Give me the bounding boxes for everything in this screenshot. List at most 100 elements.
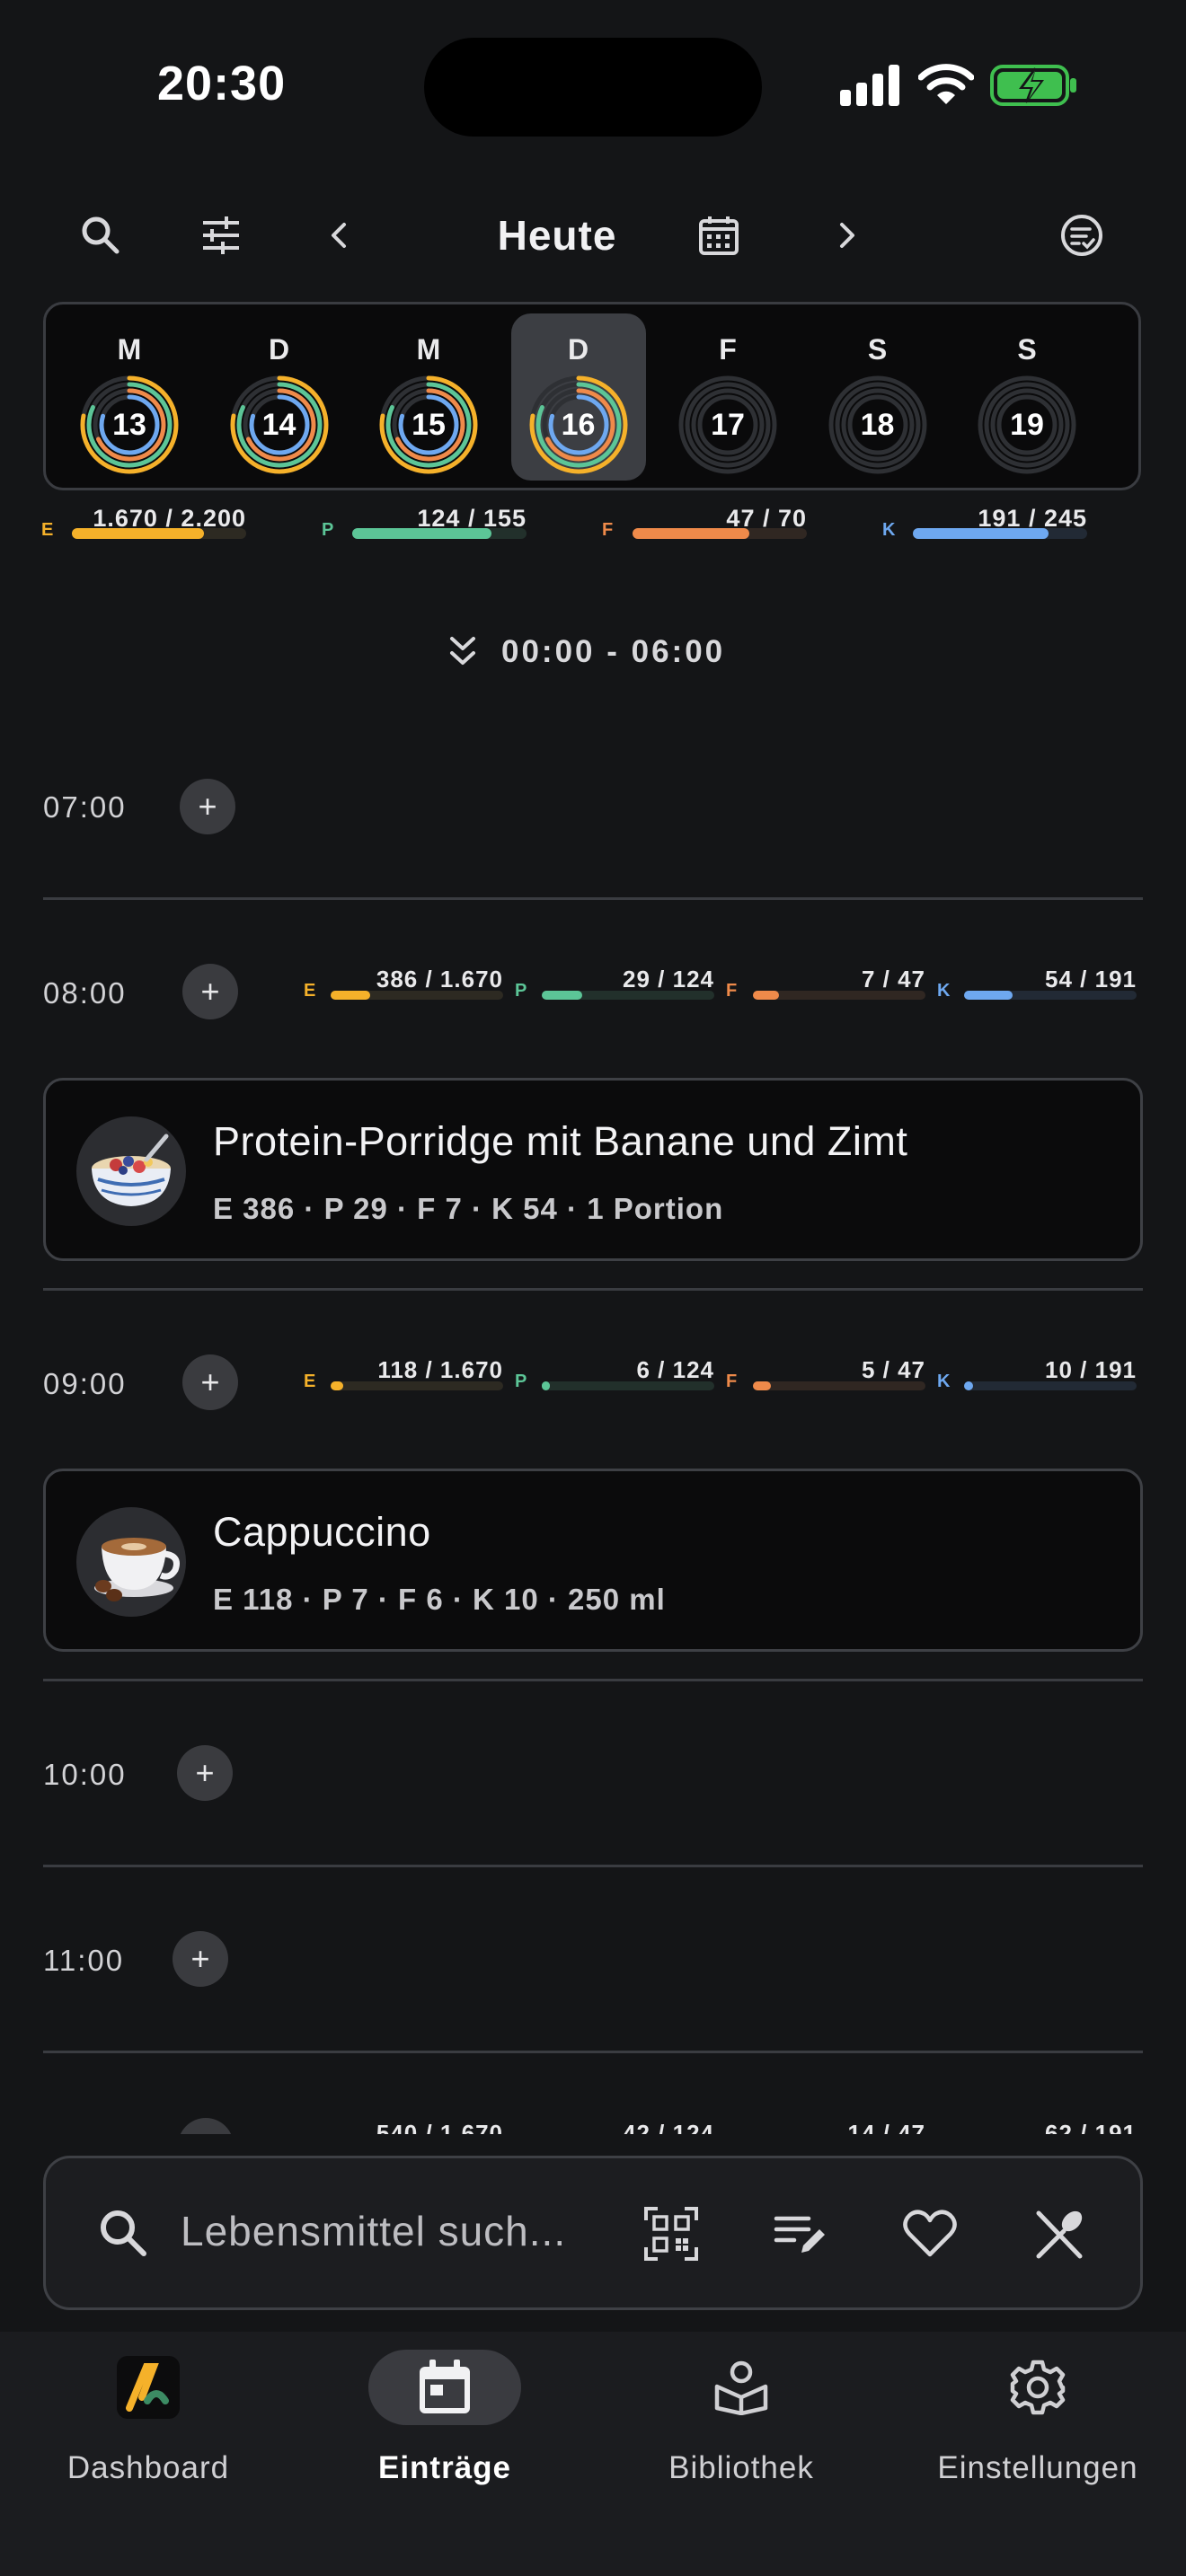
fork-spoon-icon	[1036, 2210, 1083, 2259]
clipped-hour-row: + 540 / 1.670 42 / 124 14 / 47 62 / 191	[0, 2093, 1186, 2134]
macro-value: 540 / 1.670	[376, 2120, 503, 2134]
gear-icon	[1002, 2360, 1074, 2415]
add-entry-10-button[interactable]: +	[177, 1745, 233, 1801]
app-logo-icon	[112, 2356, 184, 2419]
nav-library[interactable]: Bibliothek	[593, 2350, 863, 2493]
macro-track	[753, 1381, 925, 1390]
day-number: 15	[412, 407, 446, 442]
macro-letter: E	[304, 1372, 316, 1391]
macro-value: 54 / 191	[1045, 966, 1137, 992]
heart-icon	[903, 2210, 957, 2257]
macro-bar-p: P 29 / 124	[515, 966, 714, 1001]
macro-value: 29 / 124	[623, 966, 714, 992]
bottom-navigation: Dashboard Einträge Bibliothek Einstellun…	[0, 2332, 1186, 2576]
day-19[interactable]: S 19	[960, 313, 1094, 481]
day-13[interactable]: M 13	[62, 313, 197, 481]
macro-bar-e: E 386 / 1.670	[304, 966, 503, 1001]
macro-track	[352, 528, 527, 539]
search-input[interactable]: Lebensmittel such...	[181, 2207, 566, 2255]
hour-divider	[43, 1679, 1143, 1681]
search-icon-button[interactable]	[74, 208, 128, 262]
macro-fill	[753, 991, 779, 1000]
day-letter: S	[867, 333, 888, 366]
manual-entry-button[interactable]	[770, 2203, 831, 2264]
macro-letter: K	[937, 981, 951, 1001]
meal-card-cappuccino[interactable]: Cappuccino E 118 · P 7 · F 6 · K 10 · 25…	[43, 1469, 1143, 1652]
nav-label: Bibliothek	[668, 2450, 814, 2485]
previous-day-button[interactable]	[313, 208, 367, 262]
macro-letter: F	[726, 981, 738, 1001]
macro-fill	[913, 528, 1049, 539]
nav-entries[interactable]: Einträge	[296, 2350, 566, 2493]
cellular-signal-icon	[840, 65, 899, 106]
book-person-icon	[705, 2360, 777, 2415]
macro-value: 5 / 47	[861, 1356, 925, 1383]
sliders-icon	[203, 216, 239, 254]
day-letter: F	[719, 333, 737, 366]
hour-label-08: 08:00	[43, 976, 127, 1010]
porridge-bowl-icon	[92, 1134, 171, 1206]
next-day-button[interactable]	[819, 208, 873, 262]
day-summary-button[interactable]	[1055, 208, 1109, 262]
macro-track	[542, 991, 714, 1000]
macro-bar-e: E 118 / 1.670	[304, 1356, 503, 1392]
add-entry-09-button[interactable]: +	[182, 1354, 238, 1410]
add-entry-11-button[interactable]: +	[173, 1931, 228, 1987]
day-letter: S	[1017, 333, 1037, 366]
day-number: 13	[112, 407, 146, 442]
macro-fill	[542, 1381, 551, 1390]
day-15[interactable]: M 15	[361, 313, 496, 481]
macro-letter: P	[515, 981, 527, 1001]
macro-bar-f: F 5 / 47	[726, 1356, 925, 1392]
day-number: 14	[261, 407, 296, 442]
meal-card-porridge[interactable]: Protein-Porridge mit Banane und Zimt E 3…	[43, 1078, 1143, 1261]
collapsed-range-label: 00:00 - 06:00	[501, 634, 726, 669]
calendar-icon	[699, 216, 739, 255]
macro-track	[964, 991, 1137, 1000]
calendar-button[interactable]	[692, 208, 746, 262]
macro-fill	[753, 1381, 772, 1390]
macro-bar-p: P 6 / 124	[515, 1356, 714, 1392]
macro-fill	[331, 1381, 343, 1390]
scan-barcode-button[interactable]	[641, 2203, 702, 2264]
nav-label: Dashboard	[66, 2450, 230, 2485]
hour-label-07: 07:00	[43, 790, 127, 824]
day-18[interactable]: S 18	[810, 313, 945, 481]
macro-track	[542, 1381, 714, 1390]
meal-name: Cappuccino	[213, 1509, 431, 1555]
macro-fill	[331, 991, 371, 1000]
macro-letter: P	[515, 1372, 527, 1391]
macro-letter: P	[322, 520, 334, 540]
day-17[interactable]: F 17	[660, 313, 795, 481]
add-entry-07-button[interactable]: +	[180, 779, 235, 834]
status-time: 20:30	[157, 57, 287, 110]
collapsed-hours-toggle[interactable]: 00:00 - 06:00	[447, 629, 725, 675]
wifi-icon	[918, 64, 974, 104]
chevron-left-icon	[332, 223, 346, 248]
day-14[interactable]: D 14	[212, 313, 347, 481]
macro-track	[633, 528, 807, 539]
macro-value: 10 / 191	[1045, 1356, 1137, 1383]
macro-track	[964, 1381, 1137, 1390]
add-entry-08-button[interactable]: +	[182, 964, 238, 1019]
chevron-right-icon	[840, 223, 854, 248]
nav-settings[interactable]: Einstellungen	[890, 2350, 1159, 2493]
day-number: 17	[711, 407, 745, 442]
page-title[interactable]: Heute	[431, 208, 683, 262]
calendar-filled-icon	[409, 2360, 481, 2414]
day-letter: D	[268, 333, 290, 366]
edit-list-icon	[774, 2216, 825, 2253]
macro-fill	[964, 1381, 973, 1390]
recipes-button[interactable]	[1029, 2203, 1090, 2264]
macro-fill	[964, 991, 1013, 1000]
day-16[interactable]: D 16	[510, 313, 646, 481]
nav-dashboard[interactable]: Dashboard	[0, 2350, 270, 2493]
macro-bar-e: E 1.670 / 2.200	[41, 505, 246, 541]
filter-button[interactable]	[194, 208, 248, 262]
day-number: 19	[1010, 407, 1044, 442]
food-search-bar[interactable]: Lebensmittel such...	[43, 2156, 1143, 2310]
qr-code-icon	[644, 2207, 698, 2261]
favorites-button[interactable]	[899, 2203, 960, 2264]
chevrons-down-icon	[450, 637, 475, 665]
add-entry-12-button[interactable]: +	[178, 2118, 234, 2134]
